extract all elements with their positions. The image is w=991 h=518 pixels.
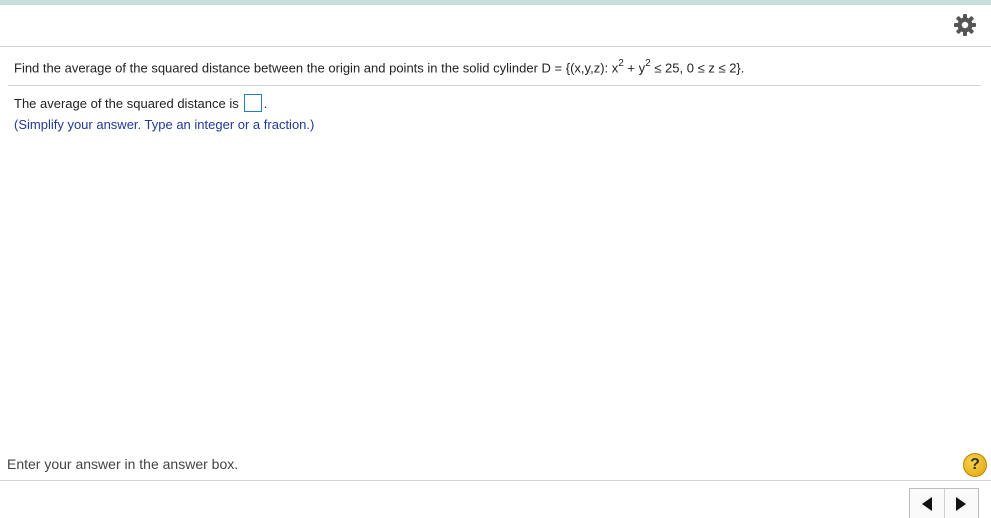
next-button[interactable] <box>943 489 979 518</box>
status-message: Enter your answer in the answer box. <box>7 456 239 472</box>
answer-trailing-period: . <box>263 95 268 111</box>
question-nav <box>909 488 979 518</box>
gear-icon[interactable] <box>953 13 977 37</box>
exponent-x: 2 <box>618 58 624 69</box>
question-text-mid: + y <box>623 60 646 76</box>
answer-hint: (Simplify your answer. Type an integer o… <box>14 117 315 132</box>
question-text-end: ≤ 25, 0 ≤ z ≤ 2}. <box>650 60 745 76</box>
triangle-left-icon <box>921 496 932 511</box>
previous-button[interactable] <box>910 489 944 518</box>
answer-line: The average of the squared distance is . <box>14 94 267 112</box>
answer-prompt: The average of the squared distance is <box>14 95 239 111</box>
question-text: Find the average of the squared distance… <box>14 58 745 76</box>
answer-input[interactable] <box>243 94 262 112</box>
triangle-right-icon <box>956 496 967 511</box>
question-divider <box>8 85 981 86</box>
question-text-start: Find the average of the squared distance… <box>14 60 619 76</box>
toolbar <box>0 5 991 46</box>
exponent-y: 2 <box>645 58 651 69</box>
footer-divider <box>0 480 991 481</box>
toolbar-divider <box>0 46 991 47</box>
help-button[interactable]: ? <box>963 453 987 477</box>
